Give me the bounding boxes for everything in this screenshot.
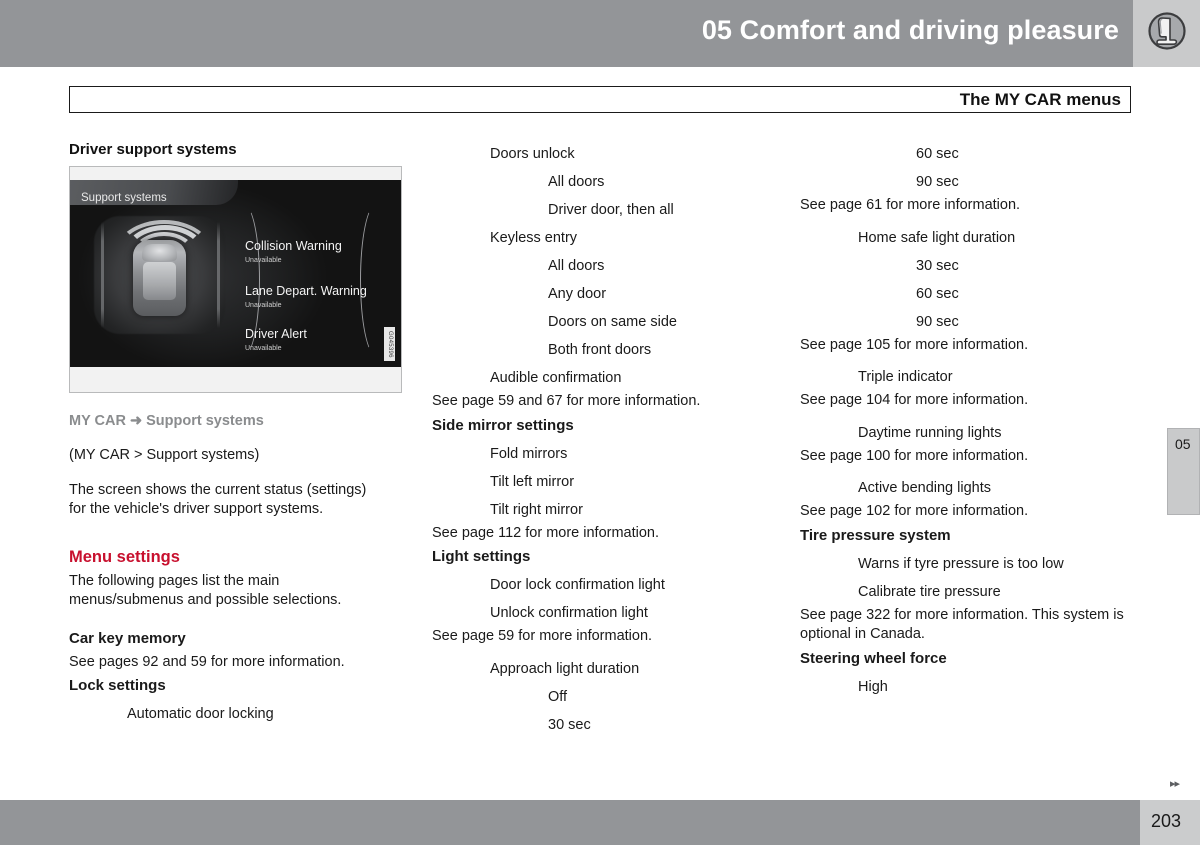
menu-entry: Doors unlock xyxy=(490,146,575,162)
screen-item-status-1: Unavailable xyxy=(245,302,282,309)
menu-entry: See page 105 for more information. xyxy=(800,336,1029,353)
menu-entry: Any door xyxy=(548,286,607,302)
menu-entry: Door lock confirmation light xyxy=(490,577,665,593)
menu-path-note: (MY CAR > Support systems) xyxy=(69,447,260,463)
page-title: 05 Comfort and driving pleasure xyxy=(701,15,1119,45)
car-display-screen: Support systems Collision Warning Unavai… xyxy=(70,180,401,367)
menu-entry: 60 sec xyxy=(916,285,959,302)
car-top-view-icon xyxy=(133,240,186,316)
page-number-box: 203 xyxy=(1140,800,1200,845)
car-roof xyxy=(143,262,176,300)
menu-entry: See page 59 for more information. xyxy=(432,628,653,644)
menu-entry: See page 100 for more information. xyxy=(800,447,1029,464)
menu-entry: Tire pressure system xyxy=(800,526,951,544)
menu-entry: All doors xyxy=(548,174,605,190)
menu-entry: Tilt right mirror xyxy=(490,501,583,518)
menu-entry: Active bending lights xyxy=(858,480,991,496)
menu-entry: Doors on same side xyxy=(548,314,677,330)
menu-entry: Home safe light duration xyxy=(858,229,1016,246)
menu-entry: See pages 92 and 59 for more information… xyxy=(69,653,345,670)
menu-entry: Light settings xyxy=(432,548,531,565)
menu-entry: Approach light duration xyxy=(490,660,640,677)
car-seat-icon xyxy=(1143,7,1191,60)
menu-entry: Fold mirrors xyxy=(490,445,568,462)
menu-entry: All doors xyxy=(548,258,605,274)
screen-menu-tab[interactable]: Support systems xyxy=(70,180,238,205)
car-hood xyxy=(142,244,177,261)
menu-entry: 30 sec xyxy=(916,257,959,274)
menu-entry: Calibrate tire pressure xyxy=(858,583,1001,600)
screen-item-status-0: Unavailable xyxy=(245,257,282,264)
figure-code-label: G045396 xyxy=(384,327,395,361)
menu-entry: Car key memory xyxy=(69,629,186,647)
left-column-heading: Driver support systems xyxy=(69,141,237,158)
lane-marking-left xyxy=(101,222,104,328)
menu-entry: See page 104 for more information. xyxy=(800,392,1029,408)
menu-entry: See page 59 and 67 for more information. xyxy=(432,393,701,409)
menu-entry: 90 sec xyxy=(916,174,959,190)
menu-entry: 90 sec xyxy=(916,313,959,330)
footer-bar xyxy=(0,800,1140,845)
menu-entry: Unlock confirmation light xyxy=(490,605,648,621)
right-column: 60 sec 90 sec See page 61 for more informa… xyxy=(800,140,1135,701)
support-systems-figure: Support systems Collision Warning Unavai… xyxy=(69,166,402,393)
left-column: Driver support systems Support systems C… xyxy=(69,140,409,728)
menu-entry: Off xyxy=(548,688,568,705)
menu-entry: Daytime running lights xyxy=(858,424,1002,441)
page-header: 05 Comfort and driving pleasure xyxy=(0,0,1200,67)
page-number: 203 xyxy=(1151,811,1182,831)
menu-entry: See page 102 for more information. xyxy=(800,503,1029,519)
section-title-bar: The MY CAR menus xyxy=(69,86,1131,113)
lane-marking-right xyxy=(217,222,220,328)
menu-entry: 30 sec xyxy=(548,716,591,733)
menu-entry: Warns if tyre pressure is too low xyxy=(858,555,1064,572)
menu-settings-text: The following pages list the main menus/… xyxy=(69,572,342,609)
screen-item-status-2: Unavailable xyxy=(245,345,282,352)
menu-entry: Side mirror settings xyxy=(432,416,574,434)
menu-entry: Audible confirmation xyxy=(490,370,622,386)
menu-entry: Automatic door locking xyxy=(127,706,274,722)
menu-entry: Both front doors xyxy=(548,342,652,358)
left-menu-list: Car key memory See pages 92 and 59 for mo… xyxy=(69,625,409,729)
screen-menu-tab-label: Support systems xyxy=(81,192,167,204)
middle-column: Doors unlock All doors Driver door, then a… xyxy=(432,140,752,739)
menu-entry: Driver door, then all xyxy=(548,202,674,218)
menu-settings-heading: Menu settings xyxy=(69,547,180,566)
right-menu-list: 60 sec 90 sec See page 61 for more informa… xyxy=(800,140,1135,701)
next-page-arrows-icon[interactable]: ▸▸ xyxy=(1170,777,1180,790)
menu-entry: High xyxy=(858,678,888,695)
chapter-side-tab-label: 05 xyxy=(1175,436,1191,452)
chapter-icon-box xyxy=(1133,0,1200,67)
middle-menu-list: Doors unlock All doors Driver door, then a… xyxy=(432,140,752,739)
menu-entry: 60 sec xyxy=(916,146,959,162)
menu-entry: Tilt left mirror xyxy=(490,473,575,490)
chapter-side-tab: 05 xyxy=(1167,428,1200,515)
menu-entry: See page 61 for more information. xyxy=(800,197,1021,213)
menu-entry: Steering wheel force xyxy=(800,649,947,667)
menu-entry: Lock settings xyxy=(69,677,166,694)
figure-description: The screen shows the current status (set… xyxy=(69,481,367,518)
section-title-label: The MY CAR menus xyxy=(959,90,1121,109)
menu-entry: See page 322 for more information. This … xyxy=(800,606,1124,643)
menu-entry: Keyless entry xyxy=(490,230,578,246)
menu-entry: Triple indicator xyxy=(858,369,953,385)
menu-entry: See page 112 for more information. xyxy=(432,524,660,541)
breadcrumb: MY CAR ➜ Support systems xyxy=(69,413,264,429)
